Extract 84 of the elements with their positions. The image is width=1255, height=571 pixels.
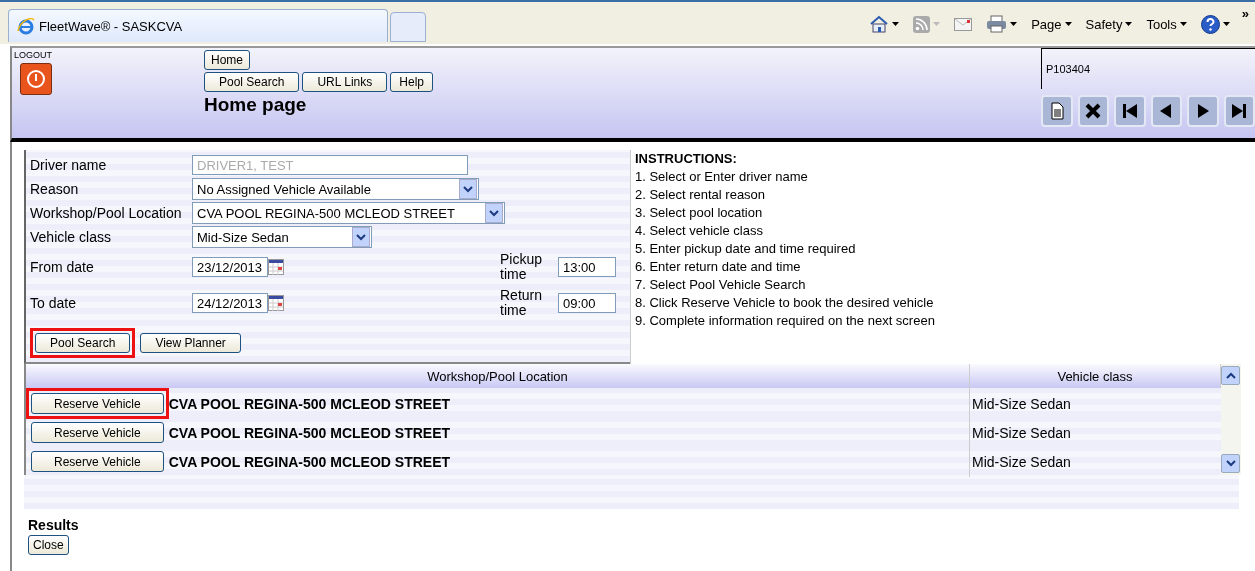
table-cell: CVA POOL REGINA-500 MCLEOD STREET xyxy=(168,453,451,470)
toolbar-button[interactable] xyxy=(952,15,975,33)
caret-icon xyxy=(892,22,900,26)
time-label: Pickup time xyxy=(500,252,544,282)
instruction-step: 4. Select vehicle class xyxy=(635,222,1255,240)
instruction-step: 2. Select rental reason xyxy=(635,186,1255,204)
more-commands[interactable]: » xyxy=(1241,6,1249,21)
nav-button[interactable]: Help xyxy=(390,72,433,92)
date-field[interactable]: 23/12/2013 xyxy=(192,257,268,277)
instruction-step: 1. Select or Enter driver name xyxy=(635,168,1255,186)
reserve-vehicle-button[interactable]: Reserve Vehicle xyxy=(31,393,164,414)
column-header: Vehicle class xyxy=(1057,368,1133,384)
record-tool-button[interactable] xyxy=(1187,95,1219,127)
form-button[interactable]: Pool Search xyxy=(35,333,131,353)
record-tool-button[interactable] xyxy=(1114,95,1146,127)
record-tool-button[interactable] xyxy=(1150,95,1182,127)
first-record-icon xyxy=(1120,102,1139,120)
table-cell-text: Mid-Size Sedan xyxy=(971,453,1072,470)
record-tool-button[interactable] xyxy=(1077,95,1109,127)
calendar-icon[interactable] xyxy=(268,295,284,311)
toolbar-button[interactable] xyxy=(984,13,1020,35)
instruction-step: 7. Select Pool Vehicle Search xyxy=(635,276,1255,294)
date-field[interactable]: 24/12/2013 xyxy=(192,293,268,313)
time-label: Return time xyxy=(500,288,544,318)
instruction-step: 8. Click Reserve Vehicle to book the desired vehicle xyxy=(635,294,1255,312)
mail-icon xyxy=(954,17,973,31)
reserve-vehicle-button[interactable]: Reserve Vehicle xyxy=(31,422,164,443)
home-icon xyxy=(869,15,890,33)
browser-logo-icon xyxy=(17,17,35,35)
page-title: Home page xyxy=(204,94,308,116)
column-header: Workshop/Pool Location xyxy=(427,368,568,384)
field-label: From date xyxy=(30,259,94,275)
scrollbar[interactable] xyxy=(1221,364,1241,475)
close-icon xyxy=(1084,102,1103,120)
caret-icon xyxy=(1179,22,1187,26)
dropdown-field[interactable]: Mid-Size Sedan xyxy=(192,226,372,248)
menu-button[interactable]: Tools xyxy=(1144,14,1189,34)
printer-icon xyxy=(986,15,1008,33)
logout-label: LOGOUT xyxy=(14,50,53,60)
field-label: Driver name xyxy=(30,157,107,173)
nav-button[interactable]: URL Links xyxy=(302,72,388,92)
browser-tab[interactable]: FleetWave® - SASKCVA xyxy=(8,9,388,42)
record-id: P103404 xyxy=(1041,48,1255,89)
nav-button[interactable]: Home xyxy=(204,50,250,70)
scroll-up-icon xyxy=(1225,372,1236,379)
nav-button[interactable]: Pool Search xyxy=(204,72,300,92)
instruction-step: 3. Select pool location xyxy=(635,204,1255,222)
logout-button[interactable] xyxy=(20,63,52,95)
dropdown-field[interactable]: CVA POOL REGINA-500 MCLEOD STREET xyxy=(192,202,505,224)
help-button[interactable] xyxy=(1198,12,1232,36)
field-label: Vehicle class xyxy=(30,229,111,245)
help-icon xyxy=(1200,14,1220,34)
caret-icon xyxy=(1222,22,1230,26)
power-icon xyxy=(26,69,46,89)
form-button[interactable]: View Planner xyxy=(140,333,241,353)
results-title: Results xyxy=(28,517,79,533)
calendar-icon[interactable] xyxy=(268,259,284,275)
caret-icon xyxy=(933,22,941,26)
field-label: To date xyxy=(30,295,76,311)
feed-icon xyxy=(913,15,931,33)
instruction-step: 5. Enter pickup date and time required xyxy=(635,240,1255,258)
record-tool-button[interactable] xyxy=(1223,95,1255,127)
record-tool-button[interactable] xyxy=(1041,95,1073,127)
caret-icon xyxy=(1010,22,1018,26)
last-record-icon xyxy=(1230,102,1249,120)
instruction-step: 9. Complete information required on the next screen xyxy=(635,312,1255,330)
menu-button[interactable]: Page xyxy=(1029,14,1074,34)
instruction-step: 6. Enter return date and time xyxy=(635,258,1255,276)
field-label: Workshop/Pool Location xyxy=(30,205,182,221)
table-cell-text: Mid-Size Sedan xyxy=(971,395,1072,412)
time-field[interactable]: 13:00 xyxy=(558,257,616,277)
instructions-title: INSTRUCTIONS: xyxy=(635,150,738,168)
table-cell-text: Mid-Size Sedan xyxy=(971,424,1072,441)
tab-title: FleetWave® - SASKCVA xyxy=(39,18,183,34)
caret-icon xyxy=(1064,22,1072,26)
time-field[interactable]: 09:00 xyxy=(558,293,616,313)
menu-button[interactable]: Safety xyxy=(1083,14,1135,34)
field-label: Reason xyxy=(30,181,79,197)
table-cell: CVA POOL REGINA-500 MCLEOD STREET xyxy=(168,395,451,412)
close-button[interactable]: Close xyxy=(28,535,69,555)
caret-icon xyxy=(1125,22,1133,26)
table-cell: CVA POOL REGINA-500 MCLEOD STREET xyxy=(168,424,451,441)
dropdown-field[interactable]: No Assigned Vehicle Available xyxy=(192,178,479,200)
reserve-vehicle-button[interactable]: Reserve Vehicle xyxy=(31,451,164,472)
